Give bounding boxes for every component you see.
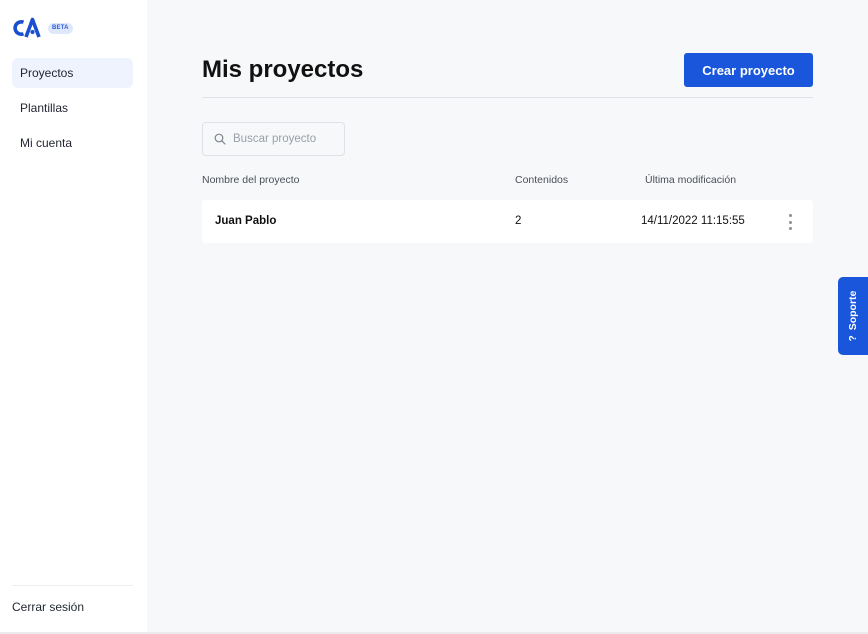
project-modified-date: 14/11/2022 11:15:55 (641, 215, 745, 227)
create-project-button[interactable]: Crear proyecto (684, 53, 813, 87)
brand-logo-icon (13, 17, 41, 38)
kebab-dot (788, 220, 792, 224)
column-header-contents[interactable]: Contenidos (515, 174, 568, 186)
search-icon (214, 133, 226, 145)
support-label: Soporte (847, 290, 859, 331)
row-options-menu-icon[interactable] (785, 213, 795, 231)
main-content: Mis proyectos Crear proyecto Nombre del … (147, 0, 868, 632)
sidebar-item-proyectos[interactable]: Proyectos (12, 58, 133, 88)
sidebar-item-label: Mi cuenta (20, 136, 73, 150)
sidebar-item-plantillas[interactable]: Plantillas (12, 93, 133, 123)
app-root: BETA Proyectos Plantillas Mi cuenta Cerr… (0, 0, 868, 634)
logout-link[interactable]: Cerrar sesión (12, 600, 84, 614)
support-button[interactable]: ? Soporte (838, 277, 868, 355)
project-name[interactable]: Juan Pablo (215, 215, 276, 227)
column-header-modified[interactable]: Última modificación (645, 174, 736, 186)
search-input[interactable] (233, 133, 343, 145)
header-divider (202, 97, 813, 98)
sidebar-item-label: Proyectos (20, 66, 74, 80)
table-row[interactable]: Juan Pablo 2 14/11/2022 11:15:55 (202, 200, 813, 243)
search-box[interactable] (202, 122, 345, 156)
page-title: Mis proyectos (202, 56, 364, 83)
column-header-name[interactable]: Nombre del proyecto (202, 174, 299, 186)
sidebar: BETA Proyectos Plantillas Mi cuenta Cerr… (0, 0, 147, 632)
sidebar-nav: Proyectos Plantillas Mi cuenta (12, 58, 133, 163)
sidebar-divider (12, 585, 133, 586)
logo[interactable]: BETA (12, 16, 73, 40)
beta-badge: BETA (48, 23, 73, 34)
sidebar-item-label: Plantillas (20, 101, 69, 115)
help-icon: ? (847, 335, 859, 342)
support-label-group: ? Soporte (847, 291, 859, 342)
sidebar-item-mi-cuenta[interactable]: Mi cuenta (12, 128, 133, 158)
project-content-count: 2 (515, 215, 522, 227)
kebab-dot (788, 214, 792, 217)
kebab-dot (788, 227, 792, 230)
